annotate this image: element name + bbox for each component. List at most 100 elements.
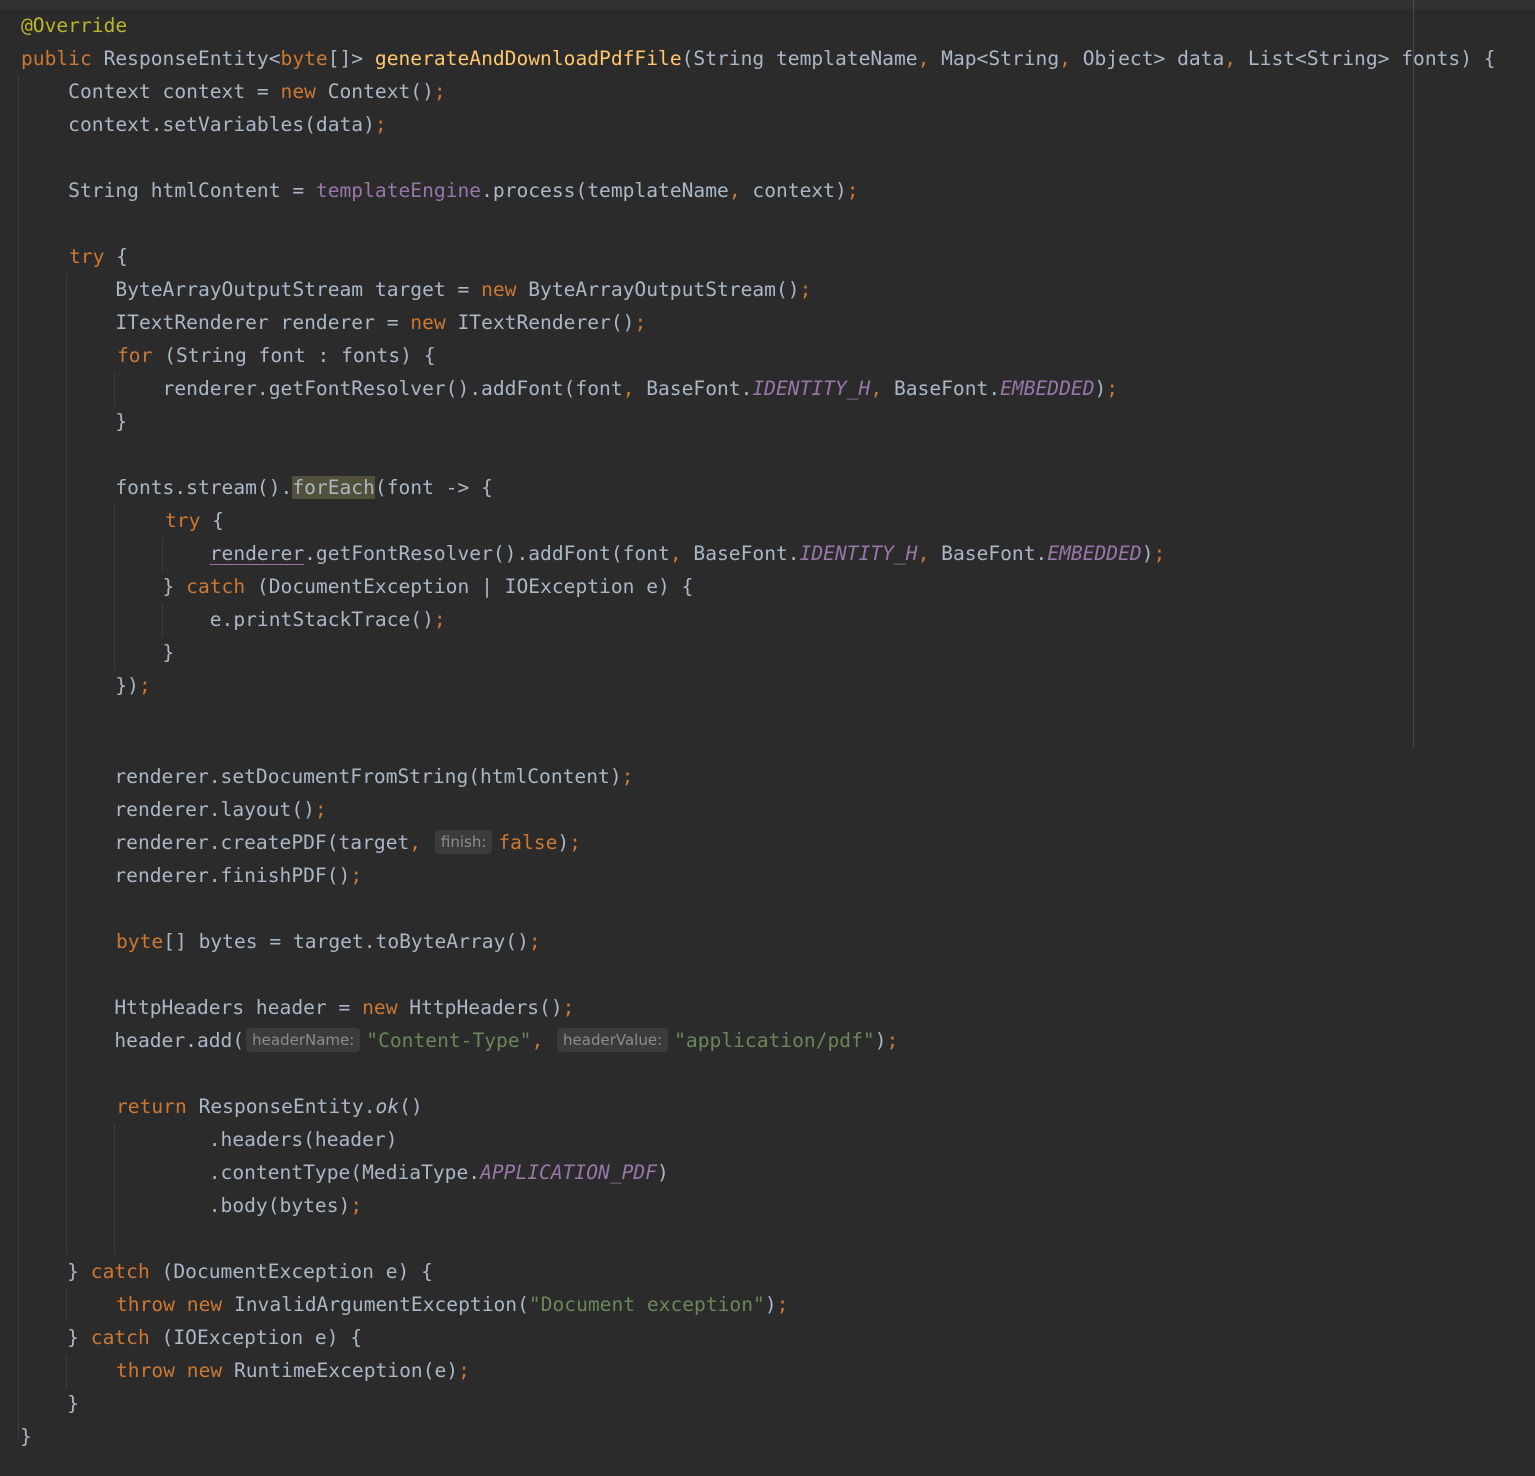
semicolon-token: ; [886, 1029, 899, 1052]
code-line[interactable]: ITextRenderer renderer = new ITextRender… [21, 306, 646, 339]
code-text: ) [657, 1161, 669, 1184]
code-line[interactable]: String htmlContent = templateEngine.proc… [21, 174, 859, 207]
code-line[interactable]: for (String font : fonts) { [117, 339, 436, 372]
comma-token: , [728, 179, 741, 202]
code-line[interactable]: .body(bytes); [20, 1189, 362, 1222]
captured-variable-token[interactable]: renderer [210, 542, 304, 565]
keyword-token: catch [186, 575, 246, 598]
code-text: HttpHeaders header = [20, 996, 363, 1019]
code-line[interactable]: @Override [21, 9, 127, 42]
highlighted-usage[interactable]: forEach [292, 476, 375, 499]
annotation-token: @Override [21, 14, 128, 37]
code-text: BaseFont. [634, 377, 753, 400]
semicolon-token: ; [776, 1293, 789, 1316]
code-line[interactable]: try { [69, 240, 128, 273]
parameter-hint: headerValue: [557, 1028, 669, 1052]
code-line[interactable]: throw new RuntimeException(e); [116, 1354, 470, 1387]
code-text: (DocumentException e) { [149, 1260, 433, 1283]
code-line[interactable]: header.add(headerName: "Content-Type", he… [20, 1024, 898, 1057]
code-line[interactable]: context.setVariables(data); [21, 108, 387, 141]
semicolon-token: ; [846, 179, 859, 202]
code-line[interactable]: throw new InvalidArgumentException("Docu… [116, 1288, 788, 1321]
code-editor[interactable]: @Override public ResponseEntity<byte[]> … [0, 0, 1535, 1476]
code-text: (String templateName [681, 47, 918, 70]
code-line[interactable]: } catch (IOException e) { [20, 1321, 362, 1354]
code-line[interactable]: e.printStackTrace(); [21, 603, 446, 636]
code-text: } [21, 575, 187, 598]
keyword-token: public [21, 47, 92, 70]
static-field-token: IDENTITY_H [752, 377, 871, 400]
comma-token: , [1059, 47, 1071, 70]
code-text: ByteArrayOutputStream target = [21, 278, 482, 301]
code-text: [] bytes = target.toByteArray() [163, 930, 529, 953]
code-text: (IOException e) { [149, 1326, 363, 1349]
code-text: (DocumentException | IOException e) { [245, 575, 694, 598]
code-line[interactable]: } [21, 636, 175, 669]
code-line[interactable]: } [20, 1387, 79, 1420]
static-field-token: IDENTITY_H [799, 542, 918, 565]
code-line[interactable]: .contentType(MediaType.APPLICATION_PDF) [20, 1156, 669, 1189]
keyword-token: false [498, 831, 558, 854]
keyword-token: return [116, 1095, 187, 1118]
comma-token: , [1224, 47, 1237, 70]
keyword-token: throw [116, 1293, 175, 1316]
string-token: "Document exception" [528, 1293, 765, 1316]
code-text: { [200, 509, 224, 532]
string-token: "application/pdf" [674, 1029, 875, 1052]
code-line[interactable]: .headers(header) [20, 1123, 398, 1156]
code-text: () [399, 1095, 423, 1118]
code-text: HttpHeaders() [397, 996, 563, 1019]
code-line[interactable]: renderer.createPDF(target, finish: false)… [20, 826, 581, 859]
code-line[interactable]: } catch (DocumentException | IOException… [21, 570, 694, 603]
semicolon-token: ; [562, 996, 575, 1019]
code-line[interactable]: renderer.setDocumentFromString(htmlConte… [20, 760, 633, 793]
semicolon-token: ; [433, 80, 446, 103]
code-text: ITextRenderer renderer = [21, 311, 411, 334]
code-line[interactable]: }); [21, 669, 151, 702]
semicolon-token: ; [433, 608, 446, 631]
code-line[interactable]: } catch (DocumentException e) { [20, 1255, 433, 1288]
code-text: (String font : fonts) { [152, 344, 436, 367]
code-line[interactable]: renderer.layout(); [20, 793, 326, 826]
code-line[interactable]: ByteArrayOutputStream target = new ByteA… [21, 273, 811, 306]
code-line[interactable]: } [20, 1420, 32, 1453]
code-line[interactable]: } [21, 405, 127, 438]
code-text: ITextRenderer() [445, 311, 635, 334]
code-text: List<String> fonts) { [1236, 47, 1496, 70]
code-line[interactable]: renderer.getFontResolver().addFont(font,… [21, 537, 1166, 570]
static-method-token: ok [375, 1095, 400, 1118]
code-line[interactable]: HttpHeaders header = new HttpHeaders(); [20, 991, 574, 1024]
code-line[interactable]: fonts.stream().forEach(font -> { [21, 471, 493, 504]
code-text: e.printStackTrace() [21, 608, 434, 631]
indent-guide [18, 76, 19, 1440]
code-line[interactable]: renderer.getFontResolver().addFont(font,… [21, 372, 1119, 405]
code-text: ) [764, 1293, 777, 1316]
comma-token: , [409, 831, 422, 854]
string-token: "Content-Type" [366, 1029, 532, 1052]
static-field-token: EMBEDDED [1047, 542, 1142, 565]
code-line[interactable]: try { [165, 504, 224, 537]
code-text: }) [21, 674, 139, 697]
semicolon-token: ; [138, 674, 151, 697]
semicolon-token: ; [799, 278, 812, 301]
comma-token: , [870, 377, 883, 400]
code-text: ) [557, 831, 570, 854]
code-text: } [20, 1260, 91, 1283]
keyword-token: try [69, 245, 105, 268]
code-line[interactable]: renderer.finishPDF(); [20, 859, 362, 892]
code-text: renderer.layout() [20, 798, 315, 821]
code-line[interactable]: byte[] bytes = target.toByteArray(); [116, 925, 541, 958]
code-text: Context() [315, 80, 434, 103]
code-line[interactable]: Context context = new Context(); [21, 75, 446, 108]
code-line[interactable]: public ResponseEntity<byte[]> generateAn… [21, 42, 1496, 75]
code-text: ByteArrayOutputStream() [516, 278, 800, 301]
semicolon-token: ; [1153, 542, 1166, 565]
code-line[interactable]: return ResponseEntity.ok() [116, 1090, 423, 1123]
keyword-token: catch [90, 1326, 150, 1349]
semicolon-token: ; [374, 113, 387, 136]
